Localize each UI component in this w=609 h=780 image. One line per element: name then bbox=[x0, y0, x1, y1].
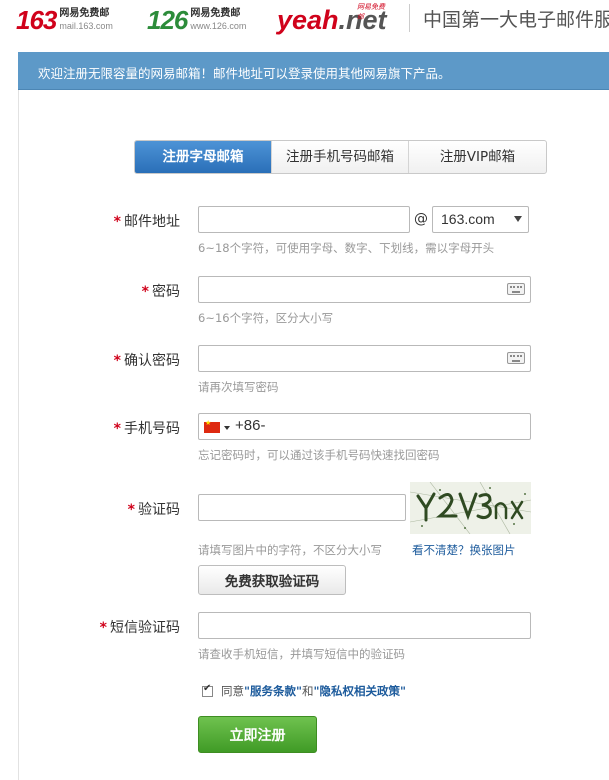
logo-yeah-main: yeah bbox=[277, 4, 339, 35]
captcha-label: * 验证码 bbox=[0, 499, 180, 519]
welcome-banner: 欢迎注册无限容量的网易邮箱！邮件地址可以登录使用其他网易旗下产品。 bbox=[18, 52, 609, 90]
phone-label-text: 手机号码 bbox=[124, 421, 180, 437]
email-domain-value: 163.com bbox=[441, 211, 495, 227]
captcha-image[interactable] bbox=[410, 482, 531, 534]
captcha-input[interactable] bbox=[198, 494, 406, 521]
required-mark: * bbox=[127, 502, 135, 518]
logo-163[interactable]: 163 网易免费邮 mail.163.com bbox=[16, 0, 113, 40]
sms-code-input[interactable] bbox=[198, 612, 531, 639]
password-input[interactable] bbox=[198, 276, 531, 303]
logo-126[interactable]: 126 网易免费邮 www.126.com bbox=[147, 0, 246, 40]
site-header: 163 网易免费邮 mail.163.com 126 网易免费邮 www.126… bbox=[0, 0, 609, 48]
register-type-tabs: 注册字母邮箱 注册手机号码邮箱 注册VIP邮箱 bbox=[134, 140, 547, 174]
logo-163-line2: mail.163.com bbox=[59, 21, 113, 31]
required-mark: * bbox=[113, 353, 121, 369]
password-hint: 6~16个字符，区分大小写 bbox=[198, 311, 334, 325]
china-flag-icon[interactable] bbox=[204, 419, 220, 433]
required-mark: * bbox=[99, 620, 107, 636]
phone-label: * 手机号码 bbox=[0, 418, 180, 438]
password-label-text: 密码 bbox=[152, 284, 180, 300]
tab-vip-mailbox[interactable]: 注册VIP邮箱 bbox=[408, 141, 546, 173]
sms-code-label-text: 短信验证码 bbox=[110, 620, 180, 636]
sms-code-hint: 请查收手机短信，并填写短信中的验证码 bbox=[198, 647, 405, 661]
agreement-conjunction: 和 bbox=[301, 684, 314, 698]
logo-163-number: 163 bbox=[16, 4, 57, 35]
logo-163-line1: 网易免费邮 bbox=[59, 8, 110, 19]
terms-of-service-link[interactable]: "服务条款" bbox=[244, 683, 302, 699]
required-mark: * bbox=[141, 284, 149, 300]
sms-code-label: * 短信验证码 bbox=[0, 617, 180, 637]
register-now-button[interactable]: 立即注册 bbox=[198, 716, 317, 753]
confirm-password-hint: 请再次填写密码 bbox=[198, 380, 279, 394]
confirm-password-input[interactable] bbox=[198, 345, 531, 372]
get-sms-code-button[interactable]: 免费获取验证码 bbox=[198, 565, 346, 595]
email-label: * 邮件地址 bbox=[0, 211, 180, 231]
privacy-policy-link[interactable]: "隐私权相关政策" bbox=[313, 683, 405, 699]
agreement-row: 同意 "服务条款" 和 "隐私权相关政策" bbox=[202, 683, 406, 699]
email-hint: 6~18个字符，可使用字母、数字、下划线，需以字母开头 bbox=[198, 241, 495, 255]
agreement-checkbox[interactable] bbox=[202, 683, 213, 697]
confirm-password-label-text: 确认密码 bbox=[124, 353, 180, 369]
logo-126-number: 126 bbox=[147, 4, 188, 35]
header-slogan: 中国第一大电子邮件服务商 bbox=[423, 9, 609, 31]
keyboard-icon[interactable] bbox=[507, 352, 525, 364]
captcha-hint: 请填写图片中的字符，不区分大小写 bbox=[198, 543, 382, 557]
required-mark: * bbox=[113, 214, 121, 230]
phone-country-prefix: +86- bbox=[235, 417, 266, 434]
required-mark: * bbox=[113, 421, 121, 437]
agreement-prefix: 同意 bbox=[221, 684, 244, 698]
welcome-banner-text: 欢迎注册无限容量的网易邮箱！邮件地址可以登录使用其他网易旗下产品。 bbox=[38, 66, 451, 81]
email-input[interactable] bbox=[198, 206, 410, 233]
at-sign: @ bbox=[414, 211, 428, 227]
caret-down-icon[interactable] bbox=[224, 426, 230, 430]
logo-126-line2: www.126.com bbox=[190, 21, 247, 31]
keyboard-icon[interactable] bbox=[507, 283, 525, 295]
tab-phone-mailbox[interactable]: 注册手机号码邮箱 bbox=[271, 141, 408, 173]
captcha-label-text: 验证码 bbox=[138, 502, 180, 518]
email-label-text: 邮件地址 bbox=[124, 214, 180, 230]
tab-letter-mailbox[interactable]: 注册字母邮箱 bbox=[135, 141, 271, 173]
password-label: * 密码 bbox=[0, 281, 180, 301]
captcha-refresh-link[interactable]: 看不清楚？换张图片 bbox=[412, 542, 516, 558]
logo-yeah[interactable]: yeah.net 网易免费邮 bbox=[277, 0, 387, 40]
email-domain-select[interactable]: 163.com bbox=[432, 206, 529, 233]
chevron-down-icon bbox=[514, 216, 522, 222]
phone-input[interactable]: +86- bbox=[198, 413, 531, 440]
phone-hint: 忘记密码时，可以通过该手机号码快速找回密码 bbox=[198, 448, 440, 462]
header-divider bbox=[409, 4, 410, 32]
confirm-password-label: * 确认密码 bbox=[0, 350, 180, 370]
logo-yeah-tagline: 网易免费邮 bbox=[357, 3, 385, 21]
logo-126-line1: 网易免费邮 bbox=[190, 8, 241, 19]
